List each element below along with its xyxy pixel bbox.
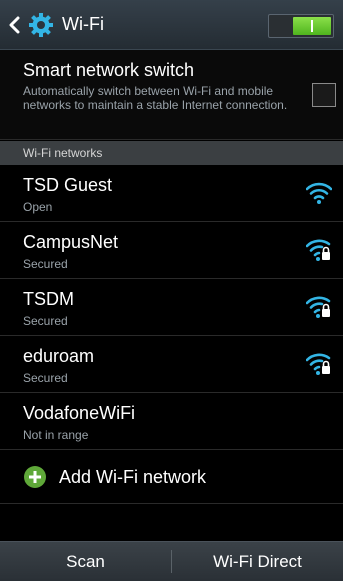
smart-switch-checkbox[interactable] — [312, 83, 336, 107]
gear-icon[interactable] — [28, 12, 54, 38]
section-header: Wi-Fi networks — [0, 141, 343, 165]
smart-network-switch-row[interactable]: Smart network switch Automatically switc… — [0, 50, 343, 140]
action-bar: Wi-Fi — [0, 0, 343, 50]
network-item-tsd-guest[interactable]: TSD Guest Open — [0, 165, 343, 222]
page-title: Wi-Fi — [62, 14, 104, 34]
wifi-secured-icon — [306, 296, 331, 318]
network-item-vodafonewifi[interactable]: VodafoneWiFi Not in range — [0, 393, 343, 450]
toggle-knob — [293, 17, 331, 35]
network-name: VodafoneWiFi — [23, 403, 136, 423]
network-item-tsdm[interactable]: TSDM Secured — [0, 279, 343, 336]
smart-switch-title: Smart network switch — [23, 60, 195, 80]
network-name: TSD Guest — [23, 175, 113, 195]
network-name: eduroam — [23, 346, 95, 366]
network-name: CampusNet — [23, 232, 119, 252]
bottom-action-bar: Scan Wi-Fi Direct — [0, 541, 343, 581]
add-network-label: Add Wi-Fi network — [59, 467, 207, 487]
network-status: Secured — [23, 371, 68, 385]
back-chevron-icon[interactable] — [8, 0, 22, 50]
wifi-toggle[interactable] — [268, 14, 334, 38]
add-plus-icon — [24, 466, 46, 488]
wifi-secured-icon — [306, 353, 331, 375]
network-name: TSDM — [23, 289, 74, 309]
smart-switch-description: Automatically switch between Wi-Fi and m… — [23, 84, 288, 112]
network-status: Not in range — [23, 428, 89, 442]
network-status: Secured — [23, 314, 68, 328]
scan-button[interactable]: Scan — [0, 542, 171, 581]
add-wifi-network-button[interactable]: Add Wi-Fi network — [0, 450, 343, 504]
wifi-direct-button[interactable]: Wi-Fi Direct — [172, 542, 343, 581]
network-item-campusnet[interactable]: CampusNet Secured — [0, 222, 343, 279]
network-item-eduroam[interactable]: eduroam Secured — [0, 336, 343, 393]
network-status: Secured — [23, 257, 68, 271]
network-status: Open — [23, 200, 53, 214]
wifi-secured-icon — [306, 239, 331, 261]
wifi-open-icon — [306, 182, 332, 204]
